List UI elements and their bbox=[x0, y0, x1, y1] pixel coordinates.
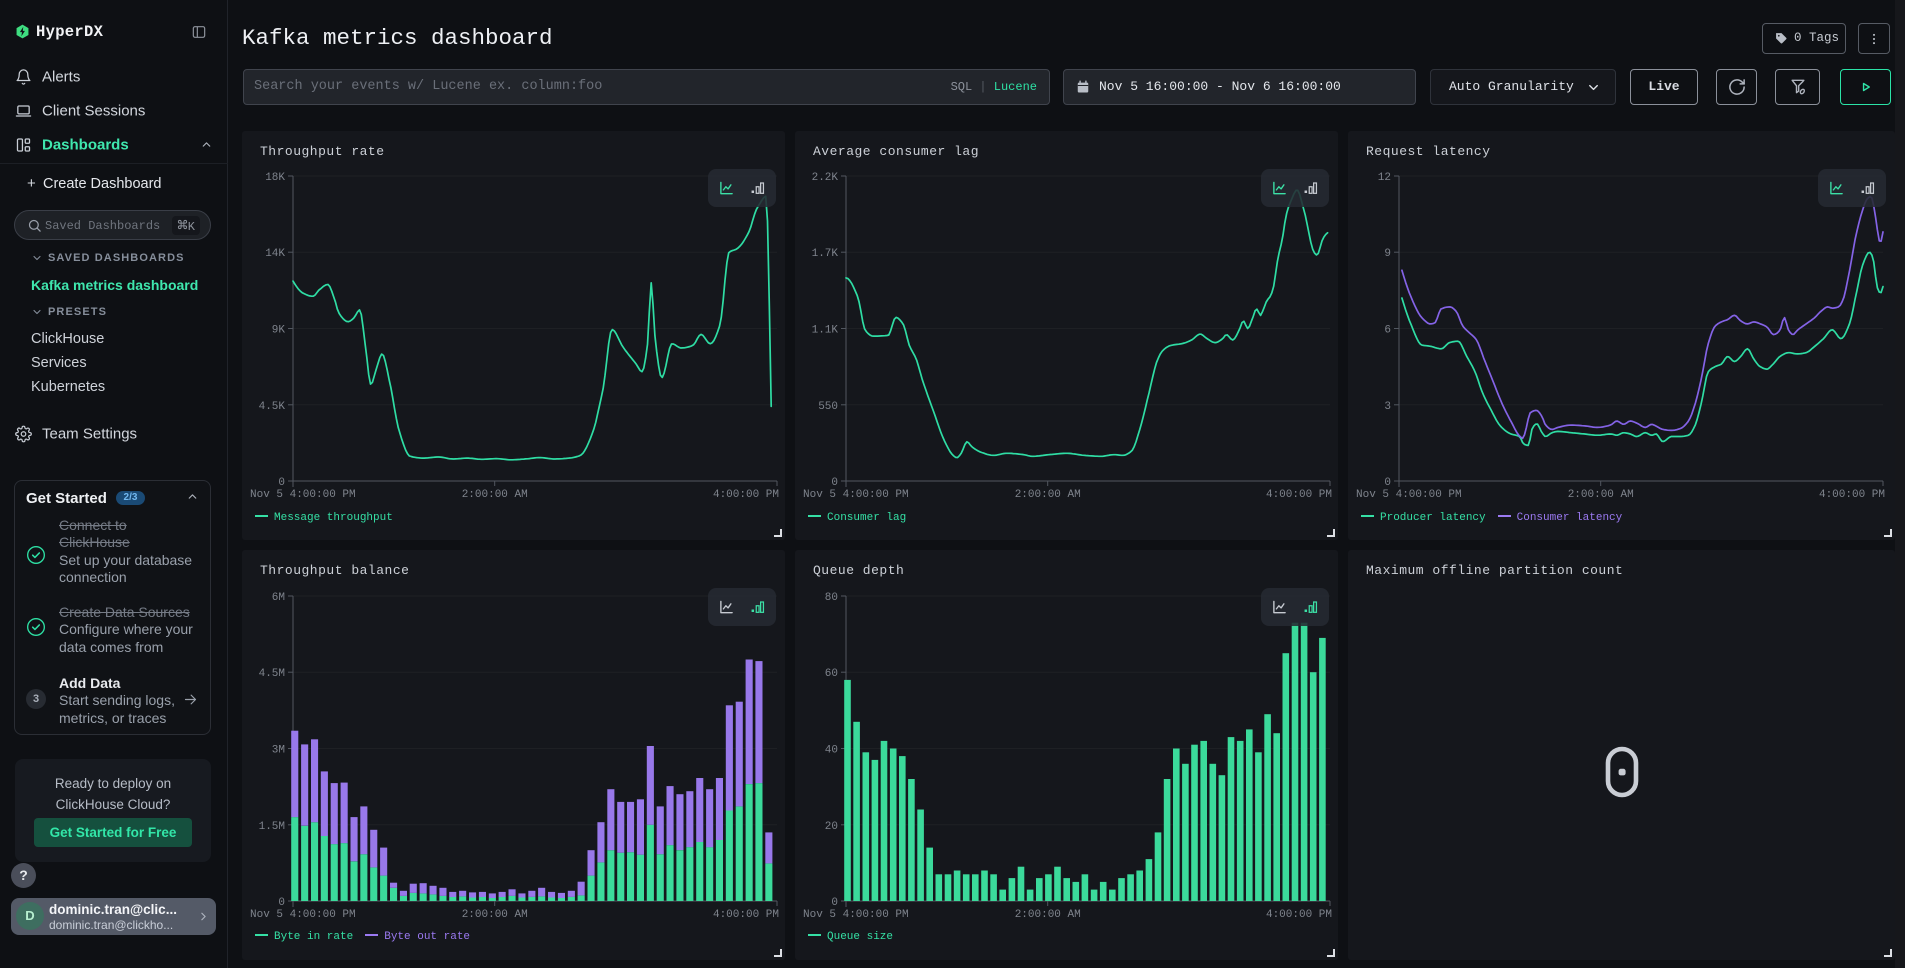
svg-text:Nov 5 4:00:00 PM: Nov 5 4:00:00 PM bbox=[1356, 489, 1462, 501]
svg-text:3: 3 bbox=[1384, 401, 1391, 413]
svg-text:4:00:00 PM: 4:00:00 PM bbox=[1266, 909, 1332, 921]
svg-text:18K: 18K bbox=[265, 172, 285, 184]
svg-text:4.5K: 4.5K bbox=[259, 401, 286, 413]
svg-text:2.2K: 2.2K bbox=[812, 172, 839, 184]
svg-text:Nov 5 4:00:00 PM: Nov 5 4:00:00 PM bbox=[250, 489, 356, 501]
svg-text:4:00:00 PM: 4:00:00 PM bbox=[1819, 489, 1885, 501]
svg-text:2:00:00 AM: 2:00:00 AM bbox=[1568, 489, 1634, 501]
svg-text:1.1K: 1.1K bbox=[812, 325, 839, 337]
svg-text:14K: 14K bbox=[265, 248, 285, 260]
svg-text:1.5M: 1.5M bbox=[259, 821, 285, 833]
svg-text:550: 550 bbox=[818, 401, 838, 413]
svg-text:9K: 9K bbox=[272, 325, 286, 337]
svg-text:4:00:00 PM: 4:00:00 PM bbox=[713, 489, 779, 501]
svg-text:0: 0 bbox=[278, 477, 285, 489]
svg-text:20: 20 bbox=[825, 821, 838, 833]
svg-text:6: 6 bbox=[1384, 325, 1391, 337]
svg-text:Nov 5 4:00:00 PM: Nov 5 4:00:00 PM bbox=[803, 489, 909, 501]
svg-text:2:00:00 AM: 2:00:00 AM bbox=[1015, 489, 1081, 501]
svg-text:60: 60 bbox=[825, 668, 838, 680]
svg-text:Nov 5 4:00:00 PM: Nov 5 4:00:00 PM bbox=[803, 909, 909, 921]
svg-text:0: 0 bbox=[278, 897, 285, 909]
svg-text:6M: 6M bbox=[272, 592, 285, 604]
svg-text:0: 0 bbox=[1384, 477, 1391, 489]
svg-text:2:00:00 AM: 2:00:00 AM bbox=[462, 489, 528, 501]
svg-text:80: 80 bbox=[825, 592, 838, 604]
svg-text:2:00:00 AM: 2:00:00 AM bbox=[462, 909, 528, 921]
svg-text:12: 12 bbox=[1378, 172, 1391, 184]
svg-text:4.5M: 4.5M bbox=[259, 668, 285, 680]
svg-text:9: 9 bbox=[1384, 248, 1391, 260]
svg-text:2:00:00 AM: 2:00:00 AM bbox=[1015, 909, 1081, 921]
svg-text:0: 0 bbox=[831, 477, 838, 489]
svg-text:3M: 3M bbox=[272, 745, 285, 757]
svg-text:1.7K: 1.7K bbox=[812, 248, 839, 260]
svg-text:40: 40 bbox=[825, 745, 838, 757]
svg-text:0: 0 bbox=[831, 897, 838, 909]
svg-text:Nov 5 4:00:00 PM: Nov 5 4:00:00 PM bbox=[250, 909, 356, 921]
svg-text:4:00:00 PM: 4:00:00 PM bbox=[1266, 489, 1332, 501]
svg-text:4:00:00 PM: 4:00:00 PM bbox=[713, 909, 779, 921]
